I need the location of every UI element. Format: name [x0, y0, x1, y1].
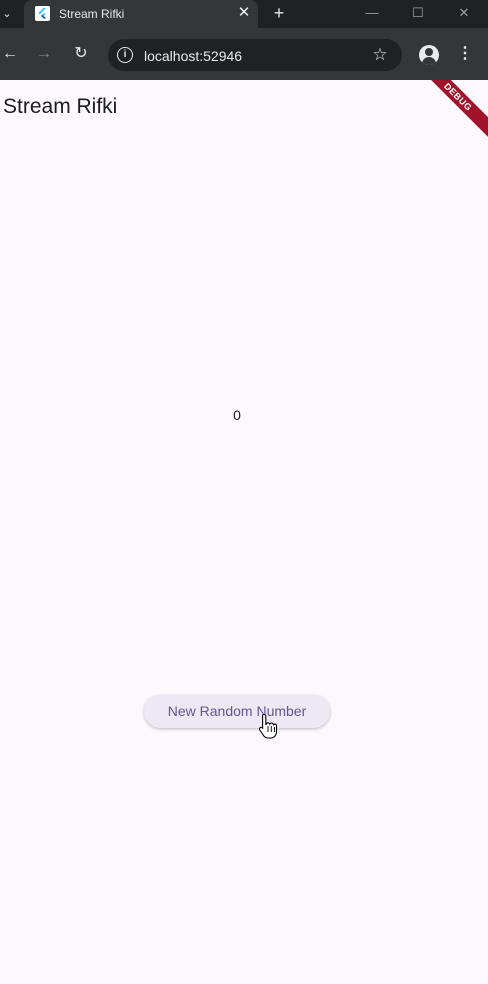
new-tab-icon[interactable]: + [270, 4, 288, 22]
close-tab-icon[interactable]: ✕ [235, 4, 253, 22]
address-bar[interactable]: i localhost:52946 ☆ [108, 39, 402, 71]
hand-pointer-cursor-icon [258, 713, 278, 739]
window-close-icon[interactable]: ✕ [454, 4, 474, 22]
browser-tab-bar: ⌄ Stream Rifki ✕ + — ☐ ✕ [0, 0, 488, 28]
back-arrow-icon[interactable]: ← [0, 44, 20, 64]
tab-search-chevron-icon[interactable]: ⌄ [0, 4, 14, 24]
app-viewport: Stream Rifki 0 New Random Number DEBUG [0, 80, 488, 984]
debug-banner: DEBUG [410, 80, 488, 145]
bookmark-star-icon[interactable]: ☆ [370, 45, 390, 65]
random-number-text: 0 [233, 407, 241, 423]
site-info-icon[interactable]: i [117, 47, 133, 63]
forward-arrow-icon[interactable]: → [34, 44, 54, 64]
new-random-number-button[interactable]: New Random Number [144, 695, 330, 728]
minimize-icon[interactable]: — [362, 4, 382, 22]
reload-icon[interactable]: ↻ [71, 44, 91, 64]
flutter-logo-icon [35, 6, 50, 21]
app-bar-title: Stream Rifki [3, 95, 118, 118]
profile-avatar-icon[interactable] [419, 45, 439, 65]
maximize-icon[interactable]: ☐ [408, 4, 428, 22]
browser-toolbar: ← → ↻ i localhost:52946 ☆ ⋮ [0, 28, 488, 80]
tab-title: Stream Rifki [59, 7, 125, 21]
kebab-menu-icon[interactable]: ⋮ [456, 44, 474, 64]
browser-tab[interactable]: Stream Rifki ✕ [24, 0, 258, 28]
url-text[interactable]: localhost:52946 [144, 48, 242, 64]
